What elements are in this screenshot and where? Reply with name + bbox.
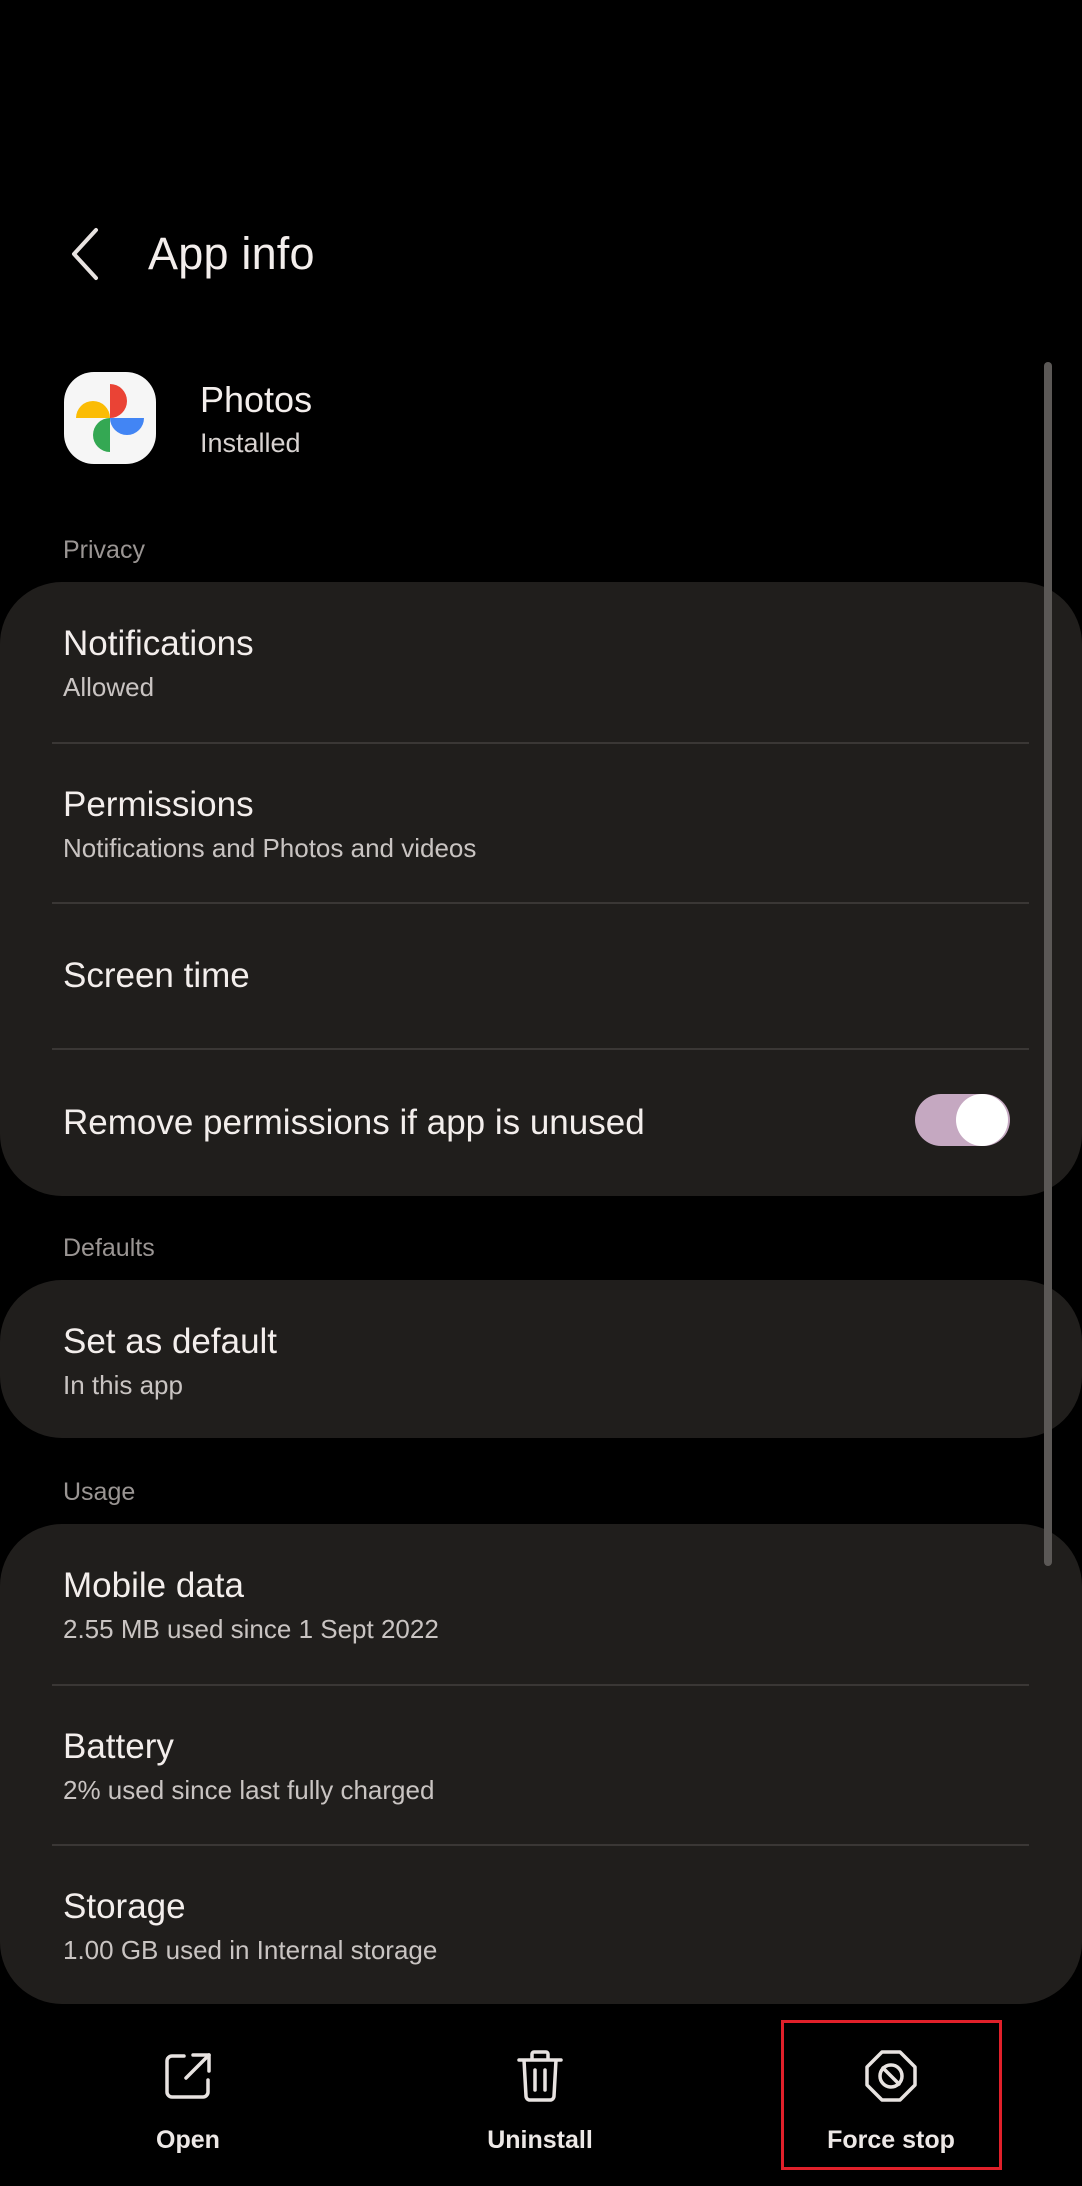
remove-permissions-toggle[interactable] bbox=[915, 1094, 1010, 1146]
item-title: Set as default bbox=[63, 1322, 278, 1361]
uninstall-button[interactable]: Uninstall bbox=[440, 2020, 640, 2170]
page-title: App info bbox=[148, 228, 315, 279]
section-label-privacy: Privacy bbox=[63, 536, 145, 564]
open-label: Open bbox=[156, 2126, 220, 2154]
toggle-knob bbox=[956, 1094, 1008, 1146]
item-subtitle: 2% used since last fully charged bbox=[63, 1775, 435, 1805]
item-subtitle: Allowed bbox=[63, 672, 155, 702]
app-info-screen: App info Photos Installed Privacy Notifi… bbox=[0, 0, 1082, 2186]
item-subtitle: 2.55 MB used since 1 Sept 2022 bbox=[63, 1614, 439, 1644]
back-button[interactable] bbox=[50, 216, 120, 292]
section-label-usage: Usage bbox=[63, 1478, 136, 1506]
scrollbar[interactable] bbox=[1044, 362, 1052, 1566]
item-title: Remove permissions if app is unused bbox=[63, 1103, 645, 1142]
pinwheel-icon bbox=[76, 384, 144, 452]
item-title: Permissions bbox=[63, 785, 254, 824]
chevron-left-icon bbox=[72, 228, 98, 280]
item-title: Mobile data bbox=[63, 1566, 244, 1605]
item-subtitle: 1.00 GB used in Internal storage bbox=[63, 1935, 438, 1965]
trash-icon bbox=[510, 2046, 570, 2106]
item-title: Notifications bbox=[63, 624, 254, 663]
open-external-icon bbox=[158, 2046, 218, 2106]
open-button[interactable]: Open bbox=[108, 2020, 268, 2170]
item-title: Battery bbox=[63, 1727, 174, 1766]
highlight-box bbox=[781, 2020, 1002, 2170]
item-subtitle: In this app bbox=[63, 1370, 183, 1400]
item-title: Storage bbox=[63, 1887, 186, 1926]
item-subtitle: Notifications and Photos and videos bbox=[63, 833, 477, 863]
section-label-defaults: Defaults bbox=[63, 1234, 155, 1262]
photos-app-icon bbox=[64, 372, 156, 464]
app-status: Installed bbox=[200, 428, 301, 458]
item-title: Screen time bbox=[63, 956, 250, 995]
uninstall-label: Uninstall bbox=[487, 2126, 593, 2154]
app-name: Photos bbox=[200, 379, 313, 420]
